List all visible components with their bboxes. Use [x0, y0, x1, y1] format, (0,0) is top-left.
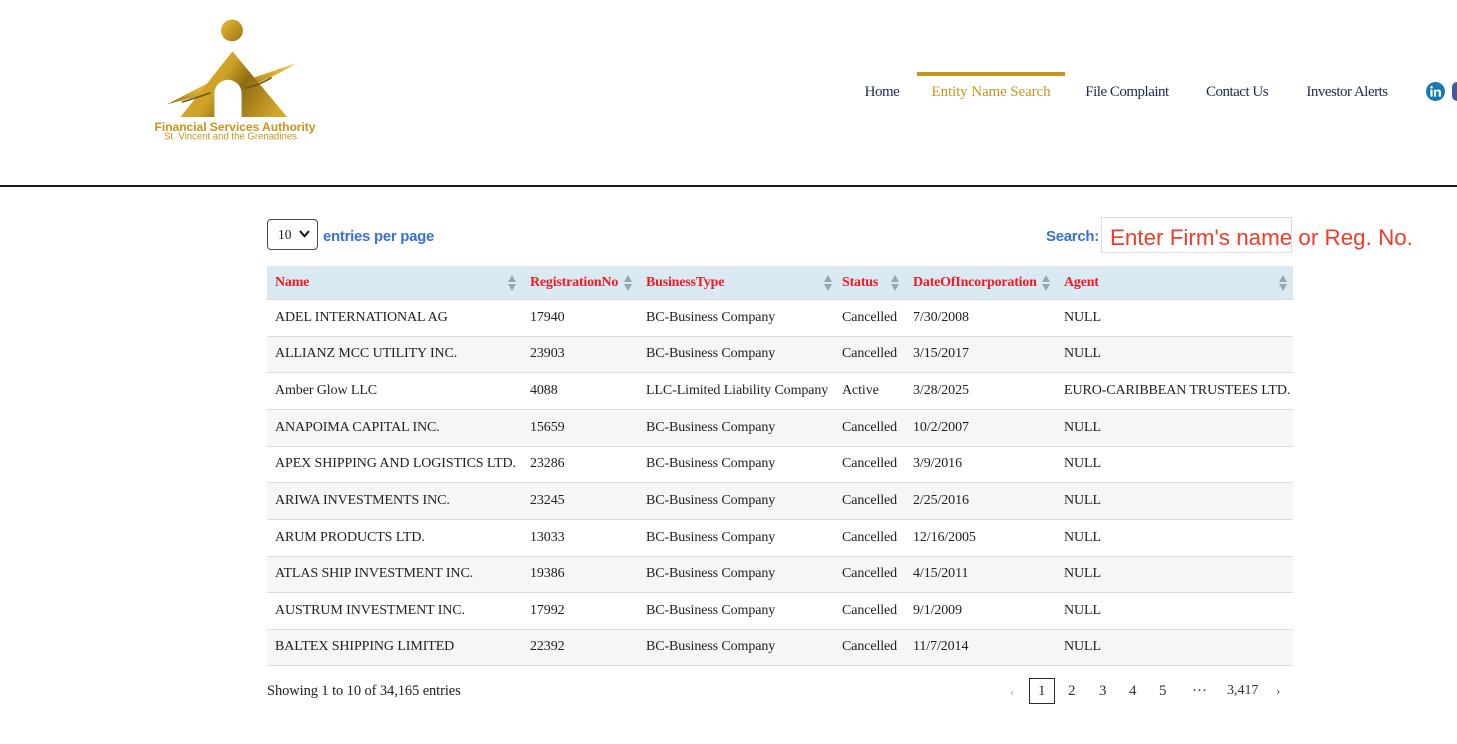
svg-text:St. Vincent and the Grenadines: St. Vincent and the Grenadines	[164, 132, 297, 143]
